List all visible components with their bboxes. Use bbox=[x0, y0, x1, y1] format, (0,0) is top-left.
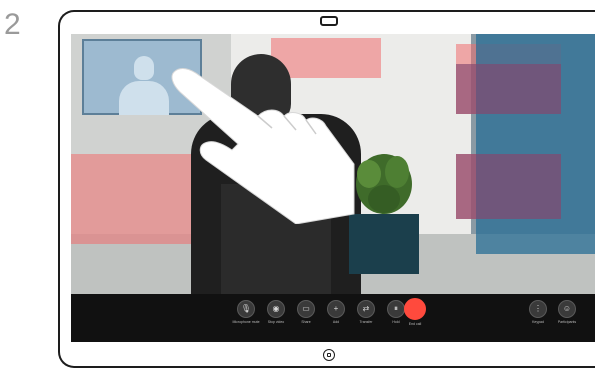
participants-button[interactable]: ☺ Participants bbox=[545, 300, 589, 336]
plus-icon: + bbox=[327, 300, 345, 318]
remote-video bbox=[71, 34, 595, 294]
transfer-icon: ⇄ bbox=[357, 300, 375, 318]
end-call-icon bbox=[404, 298, 426, 320]
microphone-icon: 🎙 bbox=[237, 300, 255, 318]
video-call-screen: 🎙 Microphone mute ◉ Stop video ▭ Share +… bbox=[71, 34, 595, 342]
step-number: 2 bbox=[4, 8, 21, 41]
home-button-icon[interactable] bbox=[323, 349, 335, 361]
participants-label: Participants bbox=[557, 320, 577, 324]
pointing-hand-icon bbox=[171, 68, 355, 224]
end-call-button[interactable]: End call bbox=[393, 298, 437, 336]
person-silhouette-icon bbox=[134, 56, 154, 80]
share-screen-icon: ▭ bbox=[297, 300, 315, 318]
end-call-label: End call bbox=[408, 322, 422, 326]
plant-icon bbox=[356, 154, 412, 214]
participants-icon: ☺ bbox=[558, 300, 576, 318]
camera-icon bbox=[320, 16, 338, 26]
camera-icon: ◉ bbox=[267, 300, 285, 318]
call-control-bar: 🎙 Microphone mute ◉ Stop video ▭ Share +… bbox=[71, 294, 595, 342]
